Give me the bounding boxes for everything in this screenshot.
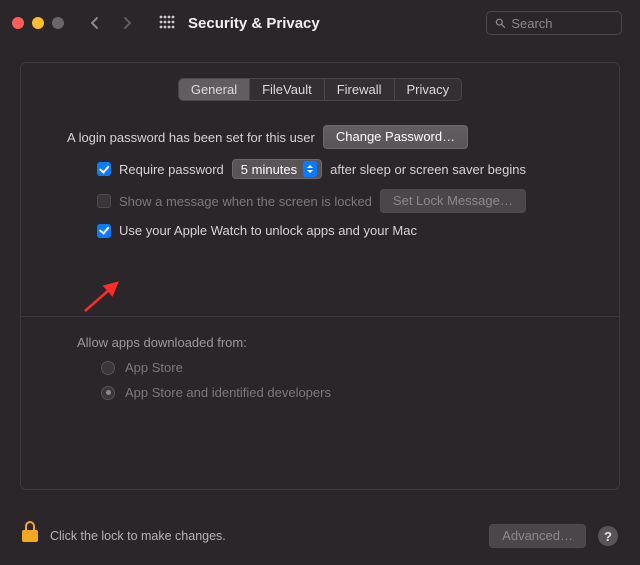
change-password-button[interactable]: Change Password…	[323, 125, 468, 149]
help-button[interactable]: ?	[598, 526, 618, 546]
tab-privacy[interactable]: Privacy	[395, 79, 462, 100]
window-controls	[12, 17, 64, 29]
minimize-window-button[interactable]	[32, 17, 44, 29]
set-lock-message-button[interactable]: Set Lock Message…	[380, 189, 526, 213]
login-password-status: A login password has been set for this u…	[67, 130, 315, 145]
tab-filevault[interactable]: FileVault	[250, 79, 325, 100]
tab-general[interactable]: General	[179, 79, 250, 100]
show-all-button[interactable]	[154, 11, 180, 35]
downloads-heading: Allow apps downloaded from:	[77, 335, 589, 350]
stepper-arrows-icon	[303, 161, 317, 177]
lock-hint-text: Click the lock to make changes.	[50, 529, 226, 543]
downloads-identified-label: App Store and identified developers	[125, 385, 331, 400]
forward-button[interactable]	[112, 11, 142, 35]
zoom-window-button[interactable]	[52, 17, 64, 29]
require-password-label: Require password	[119, 162, 224, 177]
apple-watch-unlock-label: Use your Apple Watch to unlock apps and …	[119, 223, 417, 238]
downloads-identified-radio[interactable]	[101, 386, 115, 400]
annotation-arrow	[79, 277, 125, 317]
show-lock-message-label: Show a message when the screen is locked	[119, 194, 372, 209]
preferences-panel: General FileVault Firewall Privacy A log…	[20, 62, 620, 490]
tab-bar: General FileVault Firewall Privacy	[21, 78, 619, 101]
lock-icon	[25, 521, 35, 530]
apple-watch-unlock-checkbox[interactable]	[97, 224, 111, 238]
titlebar: Security & Privacy	[0, 0, 640, 46]
back-button[interactable]	[80, 11, 110, 35]
require-password-tail: after sleep or screen saver begins	[330, 162, 526, 177]
search-icon	[495, 17, 505, 29]
search-input[interactable]	[511, 16, 613, 31]
tab-firewall[interactable]: Firewall	[325, 79, 395, 100]
footer: Click the lock to make changes. Advanced…	[0, 507, 640, 565]
close-window-button[interactable]	[12, 17, 24, 29]
show-lock-message-checkbox[interactable]	[97, 194, 111, 208]
advanced-button[interactable]: Advanced…	[489, 524, 586, 548]
require-password-delay-value: 5 minutes	[241, 162, 297, 177]
lock-button[interactable]	[22, 530, 38, 542]
require-password-checkbox[interactable]	[97, 162, 111, 176]
downloads-appstore-label: App Store	[125, 360, 183, 375]
require-password-delay-select[interactable]: 5 minutes	[232, 159, 322, 179]
downloads-appstore-radio[interactable]	[101, 361, 115, 375]
window-title: Security & Privacy	[188, 15, 320, 32]
search-field[interactable]	[486, 11, 622, 35]
